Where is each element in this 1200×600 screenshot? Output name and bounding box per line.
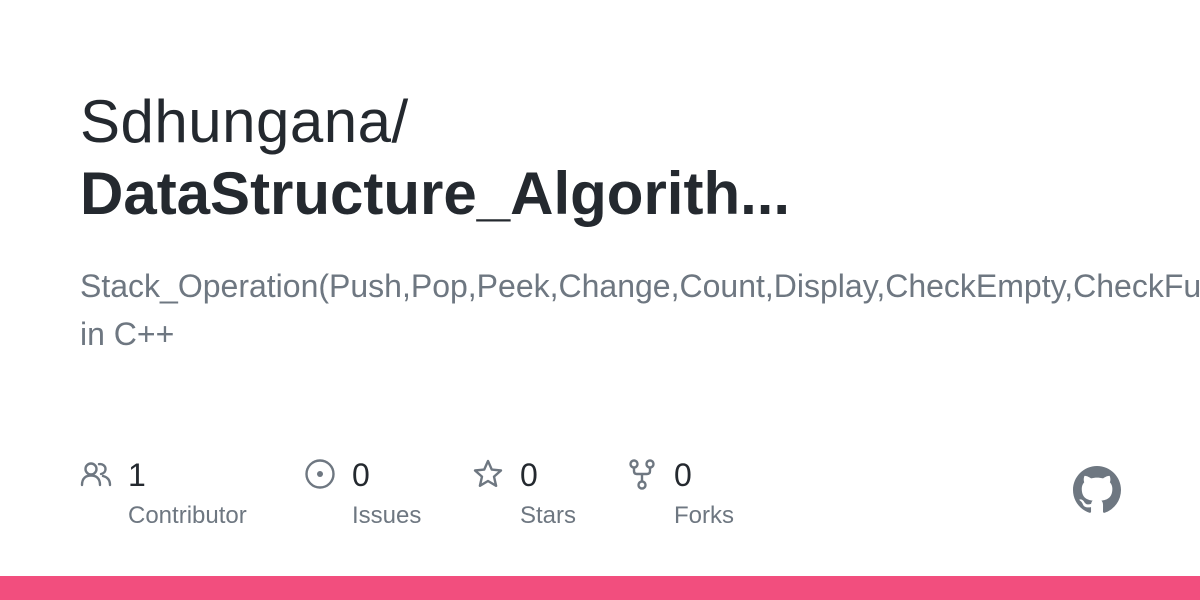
issues-label: Issues	[352, 502, 422, 529]
stars-label: Stars	[520, 502, 577, 529]
people-icon	[80, 462, 112, 487]
issues-count: 0	[352, 457, 370, 493]
repo-forked-icon	[629, 459, 655, 490]
star-icon	[473, 459, 503, 487]
forks-label: Forks	[674, 502, 734, 529]
repo-name: DataStructure_Algorith...	[80, 160, 791, 227]
forks-count: 0	[674, 457, 692, 493]
contributors-count: 1	[128, 457, 146, 493]
bottom-accent-bar	[0, 576, 1200, 600]
issue-opened-icon	[305, 459, 335, 489]
repo-owner: Sdhungana/	[80, 88, 409, 155]
repo-description-line-1: Stack_Operation(Push,Pop,Peek,Change,Cou…	[80, 268, 1200, 304]
repo-description: Stack_Operation(Push,Pop,Peek,Change,Cou…	[80, 262, 1200, 358]
stars-count: 0	[520, 457, 538, 493]
repo-description-line-2: in C++	[80, 316, 175, 352]
contributors-label: Contributor	[128, 502, 247, 529]
github-mark-icon	[1073, 466, 1121, 513]
